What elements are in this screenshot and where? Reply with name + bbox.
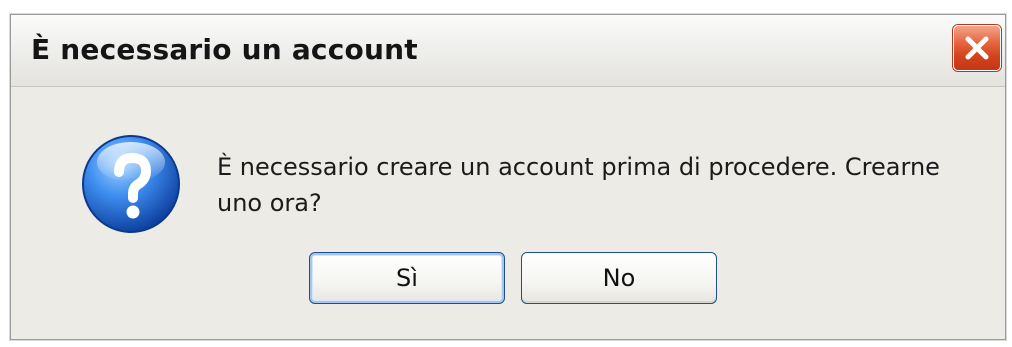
close-button[interactable] <box>953 25 1001 71</box>
no-button[interactable]: No <box>521 252 717 304</box>
yes-button[interactable]: Sì <box>309 252 505 304</box>
close-icon <box>965 36 989 60</box>
dialog-message: È necessario creare un account prima di … <box>217 153 940 217</box>
yes-button-label: Sì <box>396 264 418 292</box>
no-button-label: No <box>602 264 636 292</box>
dialog-window: È necessario un account È necessario cre… <box>10 14 1006 340</box>
dialog-title: È necessario un account <box>31 33 418 66</box>
question-icon <box>79 132 183 236</box>
title-bar[interactable]: È necessario un account <box>11 15 1005 87</box>
